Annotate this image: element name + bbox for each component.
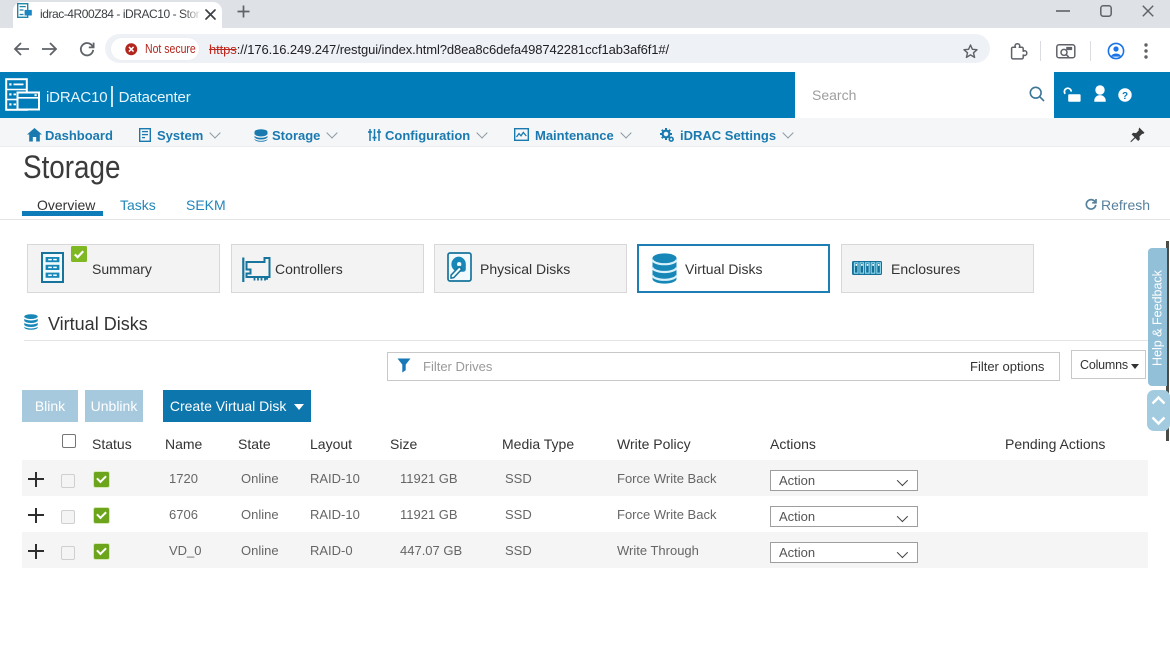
svg-text:?: ? [1122, 91, 1128, 102]
